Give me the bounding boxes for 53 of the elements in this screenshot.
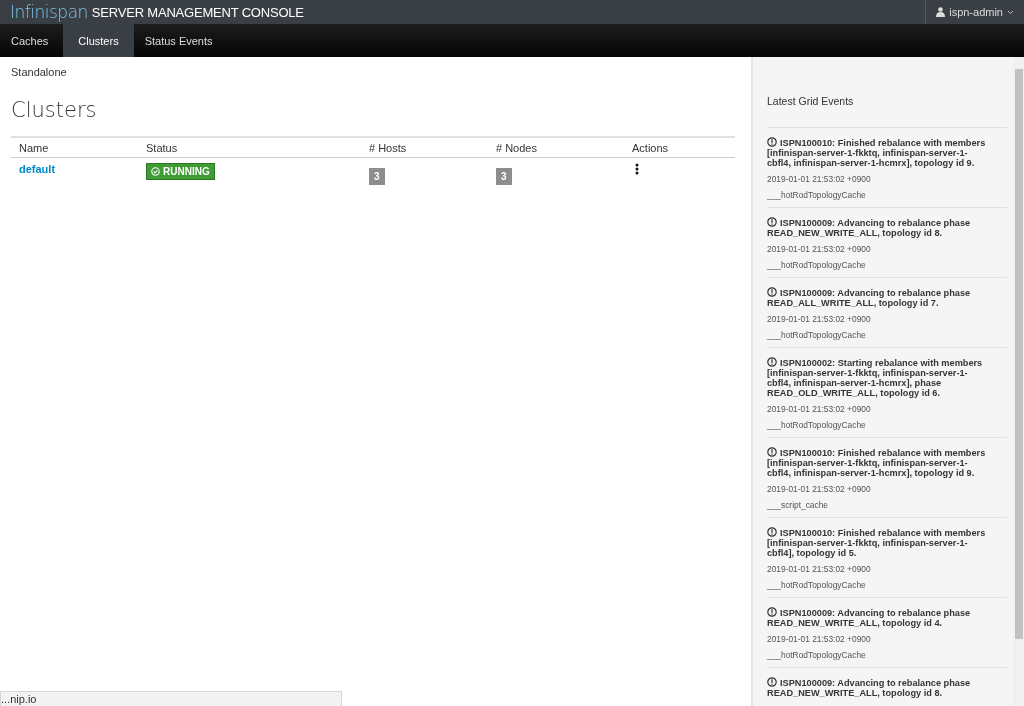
event-cache: ___hotRodTopologyCache — [767, 190, 867, 200]
info-icon — [767, 677, 777, 687]
info-icon — [767, 447, 777, 457]
column-header: Actions — [624, 137, 735, 158]
event-cache: ___hotRodTopologyCache — [767, 260, 867, 270]
column-header: # Nodes — [488, 137, 624, 158]
column-header: Name — [11, 137, 138, 158]
event-message: ISPN100009: Advancing to rebalance phase READ_NEW_WRITE_ALL, topology id 8. — [767, 217, 972, 238]
cluster-link[interactable]: default — [19, 163, 56, 175]
count-badge: 3 — [496, 168, 512, 185]
event-cache: ___hotRodTopologyCache — [767, 330, 867, 340]
event-message: ISPN100010: Finished rebalance with members [infinispan-server-1-fkktq, infinispan-server-1-cbfl4, infinispan-server-1-hcmrx], topology id 9. — [767, 447, 987, 478]
event-message: ISPN100009: Advancing to rebalance phase READ_NEW_WRITE_ALL, topology id 4. — [767, 607, 972, 628]
kebab-menu-icon[interactable] — [635, 163, 639, 175]
column-header: Status — [138, 137, 361, 158]
event-cache: ___script_cache — [767, 500, 829, 510]
event-cache: ___hotRodTopologyCache — [767, 580, 867, 590]
event-message: ISPN100010: Finished rebalance with members [infinispan-server-1-fkktq, infinispan-server-1-cbfl4], topology id 5. — [767, 527, 987, 558]
app-title: SERVER MANAGEMENT CONSOLE — [91, 4, 304, 20]
nav-tab[interactable]: Clusters — [63, 24, 134, 57]
event-message: ISPN100009: Advancing to rebalance phase READ_NEW_WRITE_ALL, topology id 8. — [767, 677, 972, 698]
info-icon — [767, 607, 777, 617]
logo: Infinispan — [10, 2, 88, 22]
panel-title: Latest Grid Events — [767, 95, 854, 107]
event-message: ISPN100009: Advancing to rebalance phase READ_ALL_WRITE_ALL, topology id 7. — [767, 287, 972, 308]
event-cache: ___hotRodTopologyCache — [767, 650, 867, 660]
event-time: 2019-01-01 21:53:02 +0900 — [767, 174, 872, 184]
nav-tab[interactable]: Caches — [0, 24, 64, 57]
user-icon — [936, 7, 946, 17]
breadcrumb[interactable]: Standalone — [11, 66, 67, 78]
info-icon — [767, 357, 777, 367]
event-message: ISPN100010: Finished rebalance with members [infinispan-server-1-fkktq, infinispan-server-1-cbfl4, infinispan-server-1-hcmrx], topology id 9. — [767, 137, 987, 168]
event-time: 2019-01-01 21:53:02 +0900 — [767, 314, 872, 324]
info-icon — [767, 217, 777, 227]
event-time: 2019-01-01 21:53:02 +0900 — [767, 564, 872, 574]
count-badge: 3 — [369, 168, 385, 185]
caret-icon — [1007, 9, 1014, 15]
status-bar: ...nip.io — [0, 691, 342, 706]
status-label: RUNNING — [146, 163, 215, 180]
event-time: 2019-01-01 21:53:02 +0900 — [767, 484, 872, 494]
info-icon — [767, 527, 777, 537]
page-heading: Clusters — [11, 98, 98, 122]
column-header: # Hosts — [361, 137, 488, 158]
info-icon — [767, 287, 777, 297]
event-message: ISPN100002: Starting rebalance with members [infinispan-server-1-fkktq, infinispan-server-1-cbfl4, infinispan-server-1-hcmrx], phase READ_OLD_WRITE_ALL, topology id 6. — [767, 357, 984, 398]
check-circle-icon — [151, 167, 160, 176]
scrollbar[interactable] — [1013, 57, 1024, 706]
event-time: 2019-01-01 21:53:02 +0900 — [767, 634, 872, 644]
event-cache: ___hotRodTopologyCache — [767, 420, 867, 430]
info-icon — [767, 137, 777, 147]
event-time: 2019-01-01 21:53:02 +0900 — [767, 404, 872, 414]
event-time: 2019-01-01 21:53:02 +0900 — [767, 244, 872, 254]
nav-tab[interactable]: Status Events — [133, 24, 228, 57]
